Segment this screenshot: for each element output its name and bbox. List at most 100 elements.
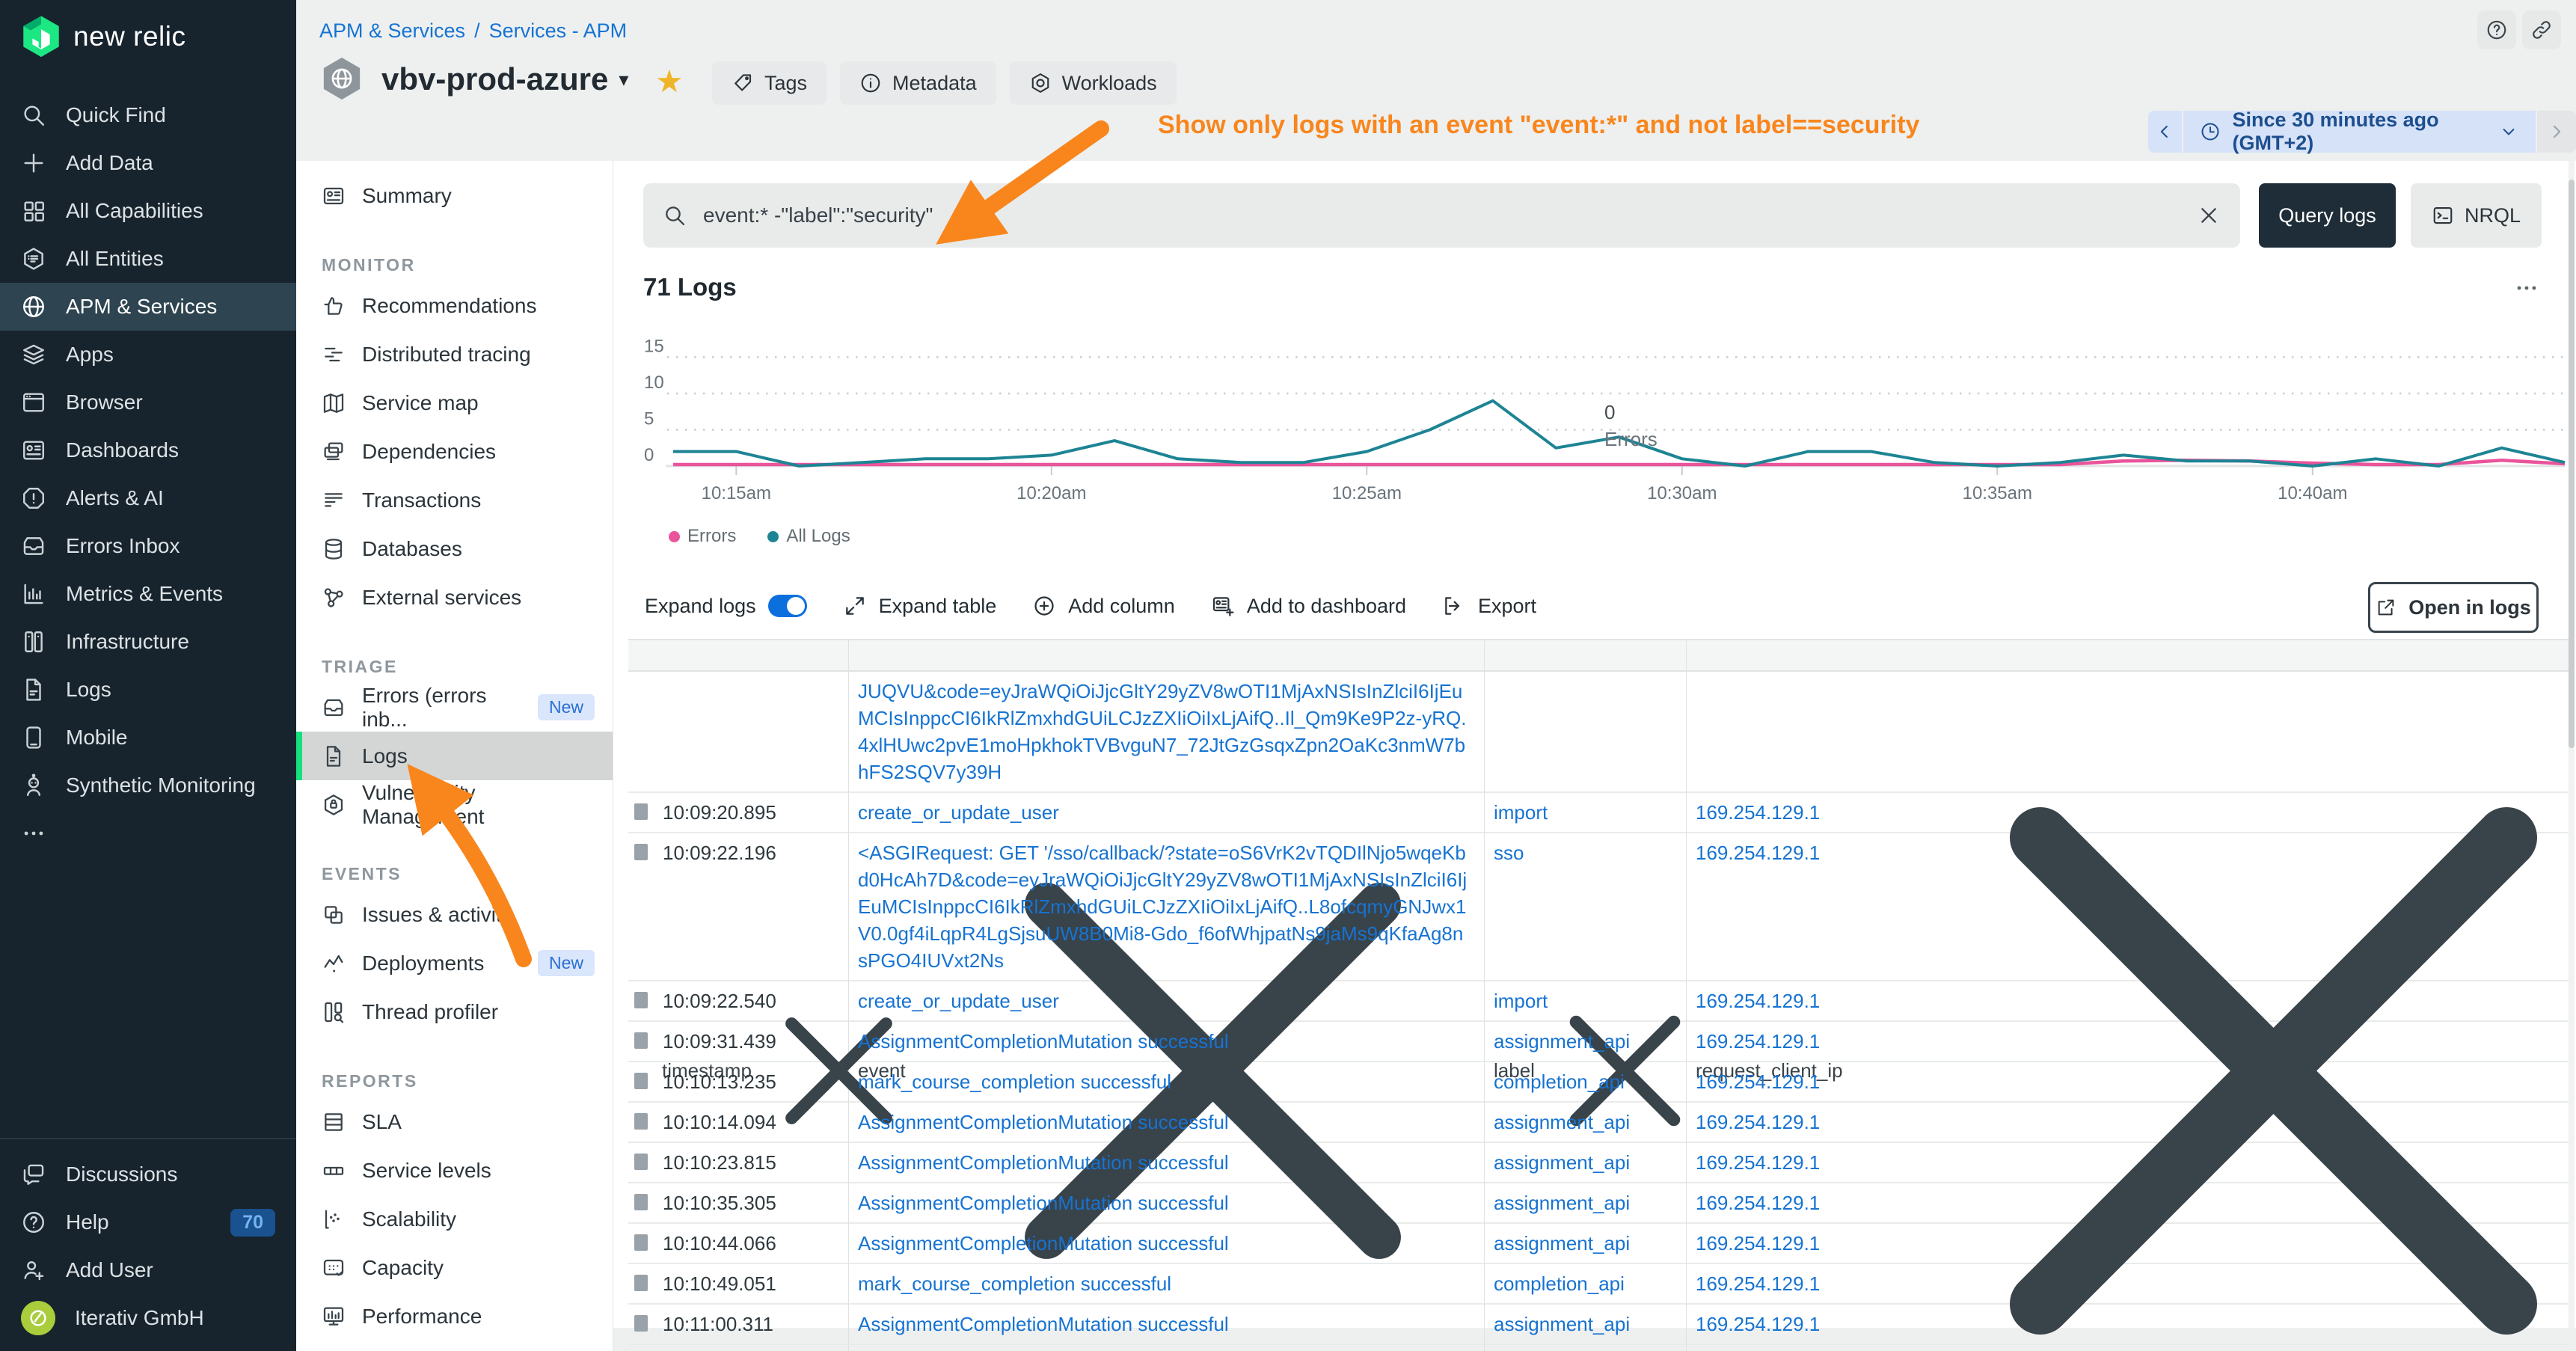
cell-event-link[interactable]: create_or_update_user <box>858 801 1059 824</box>
sidebar-item-all-entities[interactable]: All Entities <box>0 235 296 283</box>
copy-link-icon-button[interactable] <box>2522 10 2561 49</box>
cell-request-client-ip-link[interactable]: 169.254.129.1 <box>1696 1151 1820 1174</box>
log-row-9[interactable]: 10:10:44.066AssignmentCompletionMutation… <box>628 1224 2569 1264</box>
subnav-item-thread-profiler[interactable]: Thread profiler <box>296 987 613 1036</box>
help-icon-button[interactable] <box>2477 10 2516 49</box>
subnav-item-scalability[interactable]: Scalability <box>296 1195 613 1243</box>
sidebar-item-alerts-ai[interactable]: Alerts & AI <box>0 474 296 522</box>
sidebar-item-more[interactable] <box>0 809 296 857</box>
subnav-item-errors-errors-inb[interactable]: Errors (errors inb...New <box>296 683 613 732</box>
cell-label-link[interactable]: assignment_api <box>1494 1111 1630 1133</box>
log-row-8[interactable]: 10:10:35.305AssignmentCompletionMutation… <box>628 1183 2569 1224</box>
row-select-checkbox[interactable] <box>634 1154 648 1170</box>
subnav-item-external-services[interactable]: External services <box>296 573 613 622</box>
export-button[interactable]: Export <box>1442 594 1536 618</box>
cell-event-link[interactable]: JUQVU&code=eyJraWQiOiJjcGltY29yZV8wOTI1M… <box>858 680 1466 783</box>
cell-request-client-ip-link[interactable]: 169.254.129.1 <box>1696 842 1820 864</box>
cell-event-link[interactable]: AssignmentCompletionMutation successful <box>858 1313 1229 1335</box>
scrollbar-thumb[interactable] <box>2569 180 2575 748</box>
cell-request-client-ip-link[interactable]: 169.254.129.1 <box>1696 1030 1820 1053</box>
cell-event-link[interactable]: <ASGIRequest: GET '/sso/callback/?state=… <box>858 842 1467 972</box>
sidebar-item-iterativ-gmbh[interactable]: Iterativ GmbH <box>0 1294 296 1342</box>
cell-label-link[interactable]: assignment_api <box>1494 1192 1630 1214</box>
cell-request-client-ip-link[interactable]: 169.254.129.1 <box>1696 1272 1820 1295</box>
sidebar-item-add-user[interactable]: Add User <box>0 1246 296 1294</box>
sidebar-item-metrics-events[interactable]: Metrics & Events <box>0 570 296 618</box>
sidebar-item-apm-services[interactable]: APM & Services <box>0 283 296 331</box>
entity-name-dropdown[interactable]: vbv-prod-azure ▾ <box>381 61 628 97</box>
sidebar-item-errors-inbox[interactable]: Errors Inbox <box>0 522 296 570</box>
log-row-2[interactable]: 10:09:22.196<ASGIRequest: GET '/sso/call… <box>628 833 2569 981</box>
workloads-button[interactable]: Workloads <box>1010 61 1177 105</box>
row-select-checkbox[interactable] <box>634 992 648 1008</box>
row-select-checkbox[interactable] <box>634 1194 648 1210</box>
legend-errors[interactable]: Errors <box>669 526 736 547</box>
sidebar-item-infrastructure[interactable]: Infrastructure <box>0 618 296 666</box>
cell-event-link[interactable]: mark_course_completion successful <box>858 1272 1171 1295</box>
cell-request-client-ip-link[interactable]: 169.254.129.1 <box>1696 990 1820 1012</box>
subnav-item-sla[interactable]: SLA <box>296 1097 613 1146</box>
cell-request-client-ip-link[interactable]: 169.254.129.1 <box>1696 1111 1820 1133</box>
row-select-checkbox[interactable] <box>634 1275 648 1291</box>
sidebar-item-dashboards[interactable]: Dashboards <box>0 426 296 474</box>
legend-all-logs[interactable]: All Logs <box>767 526 850 547</box>
log-row-3[interactable]: 10:09:22.540create_or_update_userimport1… <box>628 981 2569 1022</box>
cell-label-link[interactable]: assignment_api <box>1494 1313 1630 1335</box>
time-back-button[interactable] <box>2148 111 2183 153</box>
subnav-item-vulnerability-management[interactable]: Vulnerability Management <box>296 780 613 829</box>
subnav-item-service-levels[interactable]: Service levels <box>296 1146 613 1195</box>
time-range-dropdown[interactable]: Since 30 minutes ago (GMT+2) <box>2183 111 2536 153</box>
log-row-5[interactable]: 10:10:13.235mark_course_completion succe… <box>628 1062 2569 1103</box>
log-row-4[interactable]: 10:09:31.439AssignmentCompletionMutation… <box>628 1022 2569 1062</box>
sidebar-item-discussions[interactable]: Discussions <box>0 1151 296 1198</box>
subnav-item-summary[interactable]: Summary <box>296 171 613 220</box>
log-row-7[interactable]: 10:10:23.815AssignmentCompletionMutation… <box>628 1143 2569 1183</box>
sidebar-item-browser[interactable]: Browser <box>0 379 296 426</box>
subnav-item-capacity[interactable]: Capacity <box>296 1243 613 1292</box>
cell-label-link[interactable]: sso <box>1494 842 1524 864</box>
sidebar-item-synthetic-monitoring[interactable]: Synthetic Monitoring <box>0 762 296 809</box>
sidebar-item-quick-find[interactable]: Quick Find <box>0 91 296 139</box>
log-row-0[interactable]: JUQVU&code=eyJraWQiOiJjcGltY29yZV8wOTI1M… <box>628 672 2569 793</box>
metadata-button[interactable]: Metadata <box>840 61 996 105</box>
cell-label-link[interactable]: import <box>1494 990 1548 1012</box>
cell-event-link[interactable]: mark_course_completion successful <box>858 1070 1171 1093</box>
nrql-button[interactable]: NRQL <box>2411 183 2542 248</box>
log-row-1[interactable]: 10:09:20.895create_or_update_userimport1… <box>628 793 2569 833</box>
subnav-item-logs[interactable]: Logs <box>296 732 613 780</box>
cell-label-link[interactable]: import <box>1494 801 1548 824</box>
log-row-6[interactable]: 10:10:14.094AssignmentCompletionMutation… <box>628 1103 2569 1143</box>
subnav-item-databases[interactable]: Databases <box>296 524 613 573</box>
cell-label-link[interactable]: assignment_api <box>1494 1030 1630 1053</box>
log-row-10[interactable]: 10:10:49.051mark_course_completion succe… <box>628 1264 2569 1305</box>
sidebar-item-apps[interactable]: Apps <box>0 331 296 379</box>
chart-options-menu[interactable] <box>2504 273 2549 303</box>
cell-label-link[interactable]: completion_api <box>1494 1070 1625 1093</box>
cell-event-link[interactable]: create_or_update_user <box>858 990 1059 1012</box>
tags-button[interactable]: Tags <box>712 61 827 105</box>
sidebar-item-logs[interactable]: Logs <box>0 666 296 714</box>
query-logs-button[interactable]: Query logs <box>2259 183 2396 248</box>
add-to-dashboard-button[interactable]: Add to dashboard <box>1211 594 1406 618</box>
sidebar-item-all-capabilities[interactable]: All Capabilities <box>0 187 296 235</box>
breadcrumb-services-apm[interactable]: Services - APM <box>489 19 628 43</box>
cell-label-link[interactable]: completion_api <box>1494 1272 1625 1295</box>
subnav-item-service-map[interactable]: Service map <box>296 379 613 427</box>
sidebar-item-mobile[interactable]: Mobile <box>0 714 296 762</box>
row-select-checkbox[interactable] <box>634 1234 648 1251</box>
subnav-item-dependencies[interactable]: Dependencies <box>296 427 613 476</box>
subnav-item-issues-activity[interactable]: Issues & activity <box>296 890 613 939</box>
log-row-11[interactable]: 10:11:00.311AssignmentCompletionMutation… <box>628 1305 2569 1345</box>
cell-event-link[interactable]: AssignmentCompletionMutation successful <box>858 1192 1229 1214</box>
time-forward-button[interactable] <box>2537 111 2576 153</box>
row-select-checkbox[interactable] <box>634 844 648 860</box>
subnav-item-distributed-tracing[interactable]: Distributed tracing <box>296 330 613 379</box>
row-select-checkbox[interactable] <box>634 1113 648 1130</box>
favorite-star-icon[interactable]: ★ <box>655 63 684 99</box>
cell-request-client-ip-link[interactable]: 169.254.129.1 <box>1696 1232 1820 1254</box>
cell-label-link[interactable]: assignment_api <box>1494 1151 1630 1174</box>
subnav-item-recommendations[interactable]: Recommendations <box>296 281 613 330</box>
subnav-item-performance[interactable]: Performance <box>296 1292 613 1341</box>
expand-logs-toggle[interactable]: Expand logs <box>645 595 807 618</box>
expand-table-button[interactable]: Expand table <box>843 594 997 618</box>
